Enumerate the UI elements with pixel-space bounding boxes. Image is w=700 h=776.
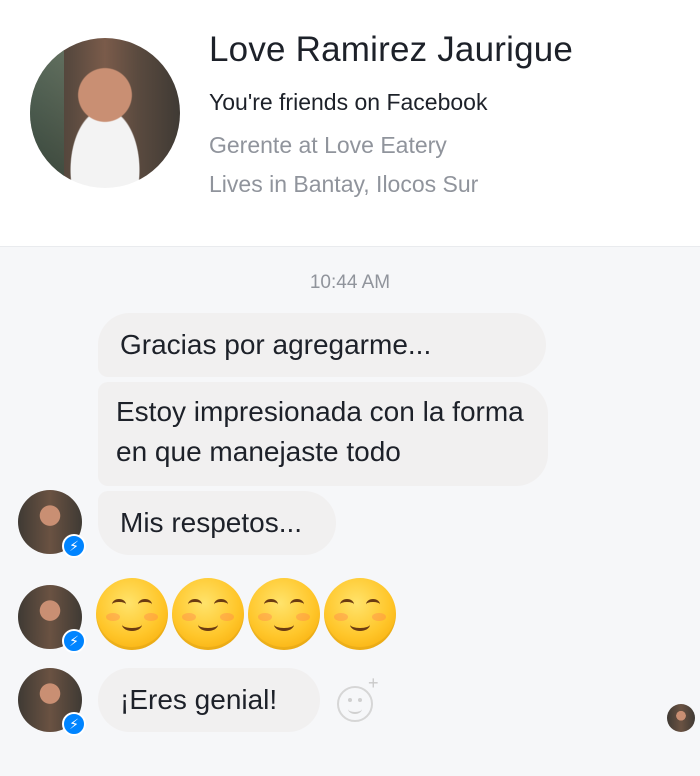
smiling-face-icon <box>248 578 320 650</box>
messenger-icon: ⚡ <box>62 534 86 558</box>
seen-receipt-avatar <box>667 704 695 732</box>
smiling-face-icon <box>324 578 396 650</box>
smiling-face-icon <box>172 578 244 650</box>
message-bubble[interactable]: Estoy impresionada con la forma en que m… <box>98 382 548 486</box>
profile-location: Lives in Bantay, Ilocos Sur <box>209 171 479 197</box>
sender-avatar[interactable]: ⚡ <box>18 585 86 653</box>
message-bubble[interactable]: Mis respetos... <box>98 491 336 555</box>
friendship-status: You're friends on Facebook <box>209 89 488 115</box>
messenger-icon: ⚡ <box>62 712 86 736</box>
message-bubble[interactable]: Gracias por agregarme... <box>98 313 546 377</box>
sender-avatar[interactable]: ⚡ <box>18 668 86 736</box>
message-timestamp: 10:44 AM <box>309 272 391 293</box>
profile-name[interactable]: Love Ramirez Jaurigue <box>209 30 573 70</box>
smiling-face-icon <box>96 578 168 650</box>
sender-avatar[interactable]: ⚡ <box>18 490 86 558</box>
profile-photo[interactable] <box>30 38 180 188</box>
profile-work: Gerente at Love Eatery <box>209 132 447 158</box>
messenger-icon: ⚡ <box>62 629 86 653</box>
emoji-message[interactable] <box>96 578 396 650</box>
profile-header: Love Ramirez Jaurigue You're friends on … <box>0 0 700 247</box>
plus-icon[interactable]: + <box>368 674 379 692</box>
message-bubble[interactable]: ¡Eres genial! <box>98 668 320 732</box>
conversation-thread[interactable]: 10:44 AM Gracias por agregarme... Estoy … <box>0 247 700 776</box>
